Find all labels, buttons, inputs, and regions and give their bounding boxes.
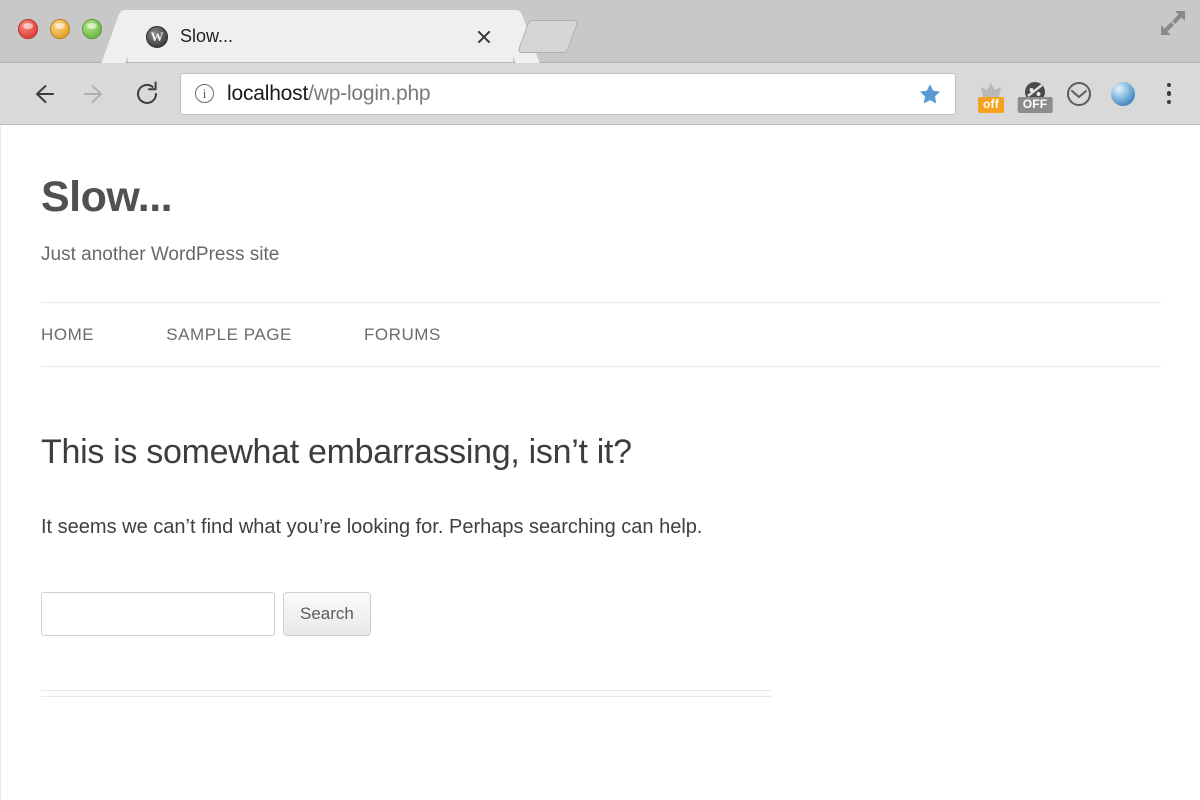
divider-line: [41, 689, 771, 691]
star-glyph-icon: [919, 83, 941, 103]
nav-link-forums[interactable]: Forums: [364, 325, 441, 344]
bookmark-star-icon[interactable]: [915, 79, 945, 109]
nav-item-sample-page[interactable]: Sample Page: [166, 325, 292, 345]
tab-title: Slow...: [180, 26, 234, 46]
globe-icon: [1111, 81, 1135, 106]
adblock-badge: off: [978, 96, 1004, 113]
primary-navigation: Home Sample Page Forums: [41, 302, 1161, 368]
nav-link-sample-page[interactable]: Sample Page: [166, 325, 292, 344]
address-bar[interactable]: i localhost/wp-login.php: [180, 72, 956, 115]
search-submit-button[interactable]: Search: [283, 591, 371, 636]
browser-menu-button[interactable]: [1154, 74, 1184, 114]
nav-list: Home Sample Page Forums: [41, 303, 1161, 366]
ghostery-extension-button[interactable]: OFF: [1014, 73, 1056, 115]
sync-icon: [1067, 81, 1091, 106]
new-tab-button[interactable]: [516, 20, 580, 53]
search-input[interactable]: [41, 591, 275, 636]
ghostery-badge: OFF: [1017, 96, 1053, 113]
menu-dot: [1166, 91, 1172, 96]
reload-icon: [137, 81, 157, 104]
window-controls: [18, 19, 102, 39]
fullscreen-resize-icon[interactable]: [1160, 10, 1186, 36]
site-branding: Slow... Just another WordPress site: [41, 126, 1160, 266]
url-text: localhost/wp-login.php: [227, 82, 907, 106]
tab-strip: W Slow...: [0, 0, 1200, 63]
main-content: This is somewhat embarrassing, isn’t it?…: [41, 433, 1160, 697]
site-info-icon[interactable]: i: [195, 84, 214, 103]
back-arrow-icon: [36, 84, 54, 103]
close-tab-icon[interactable]: [473, 26, 495, 48]
forward-arrow-icon: [84, 84, 102, 103]
url-path: /wp-login.php: [308, 81, 431, 105]
reload-button[interactable]: [126, 73, 168, 115]
content-divider: [41, 689, 771, 697]
nav-item-forums[interactable]: Forums: [364, 325, 441, 345]
back-button[interactable]: [22, 73, 64, 115]
nav-link-home[interactable]: Home: [41, 325, 94, 344]
wordpress-page: Slow... Just another WordPress site Home…: [1, 126, 1200, 697]
favicon-letter: W: [150, 29, 164, 44]
site-description: Just another WordPress site: [41, 244, 280, 266]
page-title: This is somewhat embarrassing, isn’t it?: [41, 433, 632, 472]
nav-item-home[interactable]: Home: [41, 325, 94, 345]
divider-line: [41, 695, 771, 697]
site-title[interactable]: Slow...: [41, 173, 1160, 221]
browser-tab[interactable]: W Slow...: [128, 10, 513, 63]
page-viewport: Slow... Just another WordPress site Home…: [0, 126, 1200, 800]
zoom-window-button[interactable]: [82, 19, 102, 39]
globe-extension-button[interactable]: [1102, 73, 1144, 115]
url-host: localhost: [227, 81, 309, 105]
page-body-text: It seems we can’t find what you’re looki…: [41, 516, 703, 539]
wordpress-favicon-icon: W: [146, 25, 168, 48]
menu-dot: [1166, 82, 1172, 88]
sync-extension-button[interactable]: [1058, 73, 1100, 115]
adblock-extension-button[interactable]: off: [970, 73, 1012, 115]
menu-dot: [1166, 99, 1172, 105]
extension-icons: off OFF: [970, 73, 1186, 115]
browser-window: W Slow... i localhost/wp-login.php off O…: [0, 0, 1200, 800]
forward-button: [74, 73, 116, 115]
browser-toolbar: i localhost/wp-login.php off OFF: [0, 63, 1200, 125]
minimize-window-button[interactable]: [50, 19, 70, 39]
close-window-button[interactable]: [18, 19, 38, 39]
search-form: Search: [41, 591, 1160, 636]
